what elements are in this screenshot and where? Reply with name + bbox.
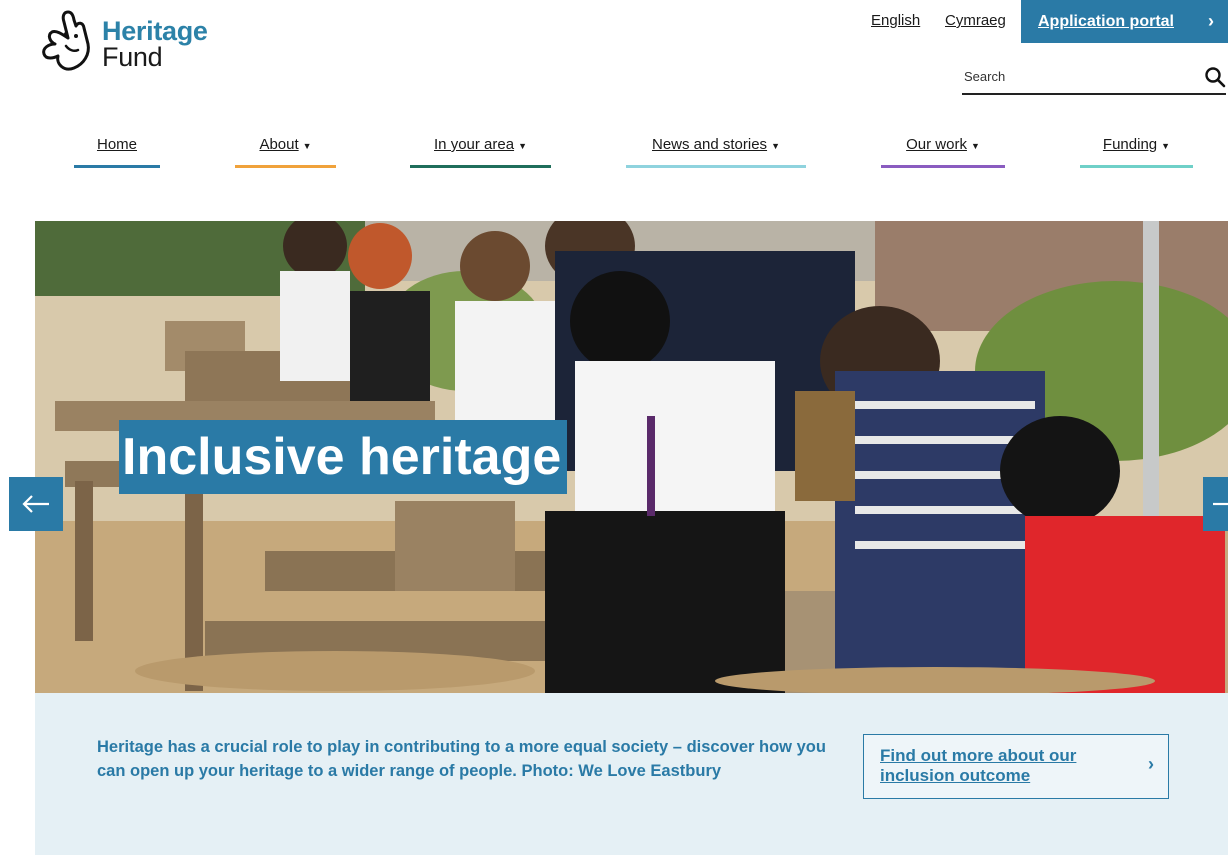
hero-caption-text: Heritage has a crucial role to play in c… — [97, 738, 826, 780]
inclusion-outcome-link[interactable]: Find out more about our inclusion outcom… — [863, 734, 1169, 799]
nav-item-our-work[interactable]: Our work ▼ — [881, 136, 1005, 168]
main-navigation: Home About ▼ In your area ▼ News and sto… — [0, 136, 1228, 172]
arrow-right-icon — [1213, 502, 1228, 506]
chevron-right-icon: › — [1148, 754, 1154, 774]
hero-title: Inclusive heritage — [119, 420, 568, 494]
application-portal-button[interactable]: Application portal › — [1021, 0, 1228, 43]
nav-item-funding[interactable]: Funding ▼ — [1080, 136, 1193, 168]
nav-item-label: News and stories — [652, 136, 768, 153]
chevron-right-icon: › — [1208, 11, 1214, 31]
nav-underline — [626, 165, 806, 168]
hero-caption-panel: Heritage has a crucial role to play in c… — [35, 693, 1228, 855]
nav-item-label: About — [259, 136, 299, 153]
application-portal-label: Application portal — [1038, 12, 1174, 30]
language-link-cymraeg[interactable]: Cymraeg — [945, 12, 1006, 29]
nav-item-label: In your area — [434, 136, 515, 153]
inclusion-outcome-label: Find out more about our inclusion outcom… — [880, 746, 1077, 785]
nav-item-label: Home — [96, 136, 137, 153]
nav-underline — [881, 165, 1005, 168]
caret-down-icon: ▼ — [518, 141, 527, 151]
caret-down-icon: ▼ — [1161, 141, 1171, 151]
nav-item-home[interactable]: Home — [74, 136, 160, 168]
nav-item-about[interactable]: About ▼ — [235, 136, 336, 168]
nav-underline — [74, 165, 160, 168]
caret-down-icon: ▼ — [970, 141, 980, 151]
nav-item-label: Our work — [906, 136, 967, 153]
search-input[interactable] — [962, 62, 1192, 90]
nav-item-in-your-area[interactable]: In your area ▼ — [410, 136, 551, 168]
carousel-prev-button[interactable] — [9, 477, 63, 531]
search-box — [962, 62, 1226, 95]
nav-underline — [235, 165, 336, 168]
heritage-fund-logo[interactable]: Heritage Fund — [38, 8, 208, 76]
nav-underline — [1080, 165, 1193, 168]
caret-down-icon: ▼ — [302, 141, 312, 151]
nav-item-news-and-stories[interactable]: News and stories ▼ — [626, 136, 806, 168]
caret-down-icon: ▼ — [771, 141, 780, 151]
search-icon[interactable] — [1204, 66, 1226, 88]
logo-wordmark: Heritage Fund — [102, 16, 208, 72]
logo-line-fund: Fund — [102, 42, 163, 72]
arrow-left-icon — [22, 495, 49, 513]
nav-item-label: Funding — [1102, 136, 1158, 153]
crossed-fingers-logo-icon — [42, 10, 90, 71]
logo-line-heritage: Heritage — [102, 16, 208, 46]
carousel-next-button[interactable] — [1203, 477, 1228, 531]
language-link-english[interactable]: English — [871, 12, 920, 29]
nav-underline — [410, 165, 551, 168]
